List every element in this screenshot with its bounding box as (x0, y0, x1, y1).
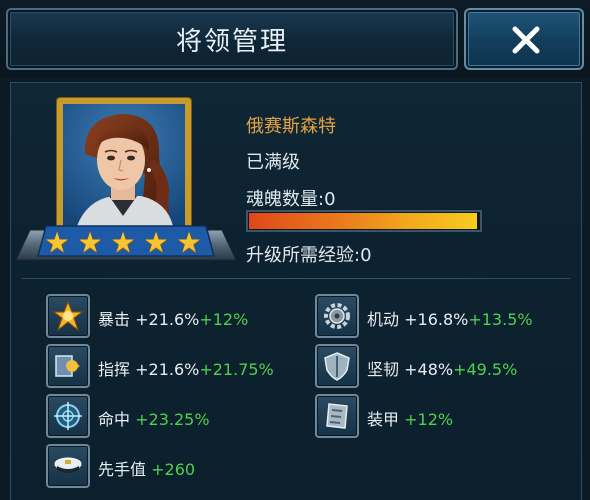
attr-armor-button[interactable] (315, 394, 359, 438)
attr-bonus: +21.75% (199, 360, 274, 379)
attr-label: 装甲 (367, 410, 400, 429)
attr-critical-button[interactable] (46, 294, 90, 338)
attr-bonus: +12% (199, 310, 249, 329)
attr-base: +16.8% (404, 310, 469, 329)
exp-required-label: 升级所需经验: (246, 245, 361, 266)
attr-critical: 暴击 +21.6%+12% (98, 306, 248, 330)
attr-base: +21.6% (135, 360, 200, 379)
close-button[interactable] (464, 8, 584, 70)
level-status: 已满级 (246, 152, 300, 173)
attr-initiative: 先手值 +260 (98, 456, 195, 480)
attr-accuracy-button[interactable] (46, 394, 90, 438)
exp-required-row: 升级所需经验:0 (246, 241, 372, 267)
soul-count-row: 魂魄数量:0 (246, 185, 336, 211)
rank-star: ★ (176, 226, 202, 259)
toughness-shield-icon (324, 352, 350, 381)
section-divider (22, 278, 570, 279)
general-name: 俄赛斯森特 (246, 116, 336, 137)
attr-label: 坚韧 (367, 360, 400, 379)
attr-toughness: 坚韧 +48%+49.5% (367, 356, 517, 380)
attr-base: +48% (404, 360, 454, 379)
attr-command-button[interactable] (46, 344, 90, 388)
attr-bonus: +260 (151, 460, 196, 479)
attr-accuracy: 命中 +23.25% (98, 406, 210, 430)
rank-star: ★ (143, 226, 169, 259)
attr-label: 先手值 (98, 460, 147, 479)
attr-label: 命中 (98, 410, 131, 429)
window-header: 将领管理 (0, 0, 590, 78)
window-title: 将领管理 (175, 26, 288, 57)
close-icon (512, 26, 540, 54)
rank-star: ★ (110, 226, 136, 259)
accuracy-crosshair-icon (54, 402, 82, 430)
rank-star: ★ (77, 226, 103, 259)
attr-label: 机动 (367, 310, 400, 329)
portrait-icon (63, 104, 185, 226)
attr-base: +21.6% (135, 310, 200, 329)
soul-progress-fill (249, 213, 477, 229)
attr-bonus: +23.25% (135, 410, 210, 429)
attr-command: 指挥 +21.6%+21.75% (98, 356, 274, 380)
attr-bonus: +12% (404, 410, 454, 429)
title-bar: 将领管理 (6, 8, 458, 70)
general-portrait[interactable] (57, 98, 191, 232)
rank-star: ★ (44, 226, 70, 259)
attr-bonus: +13.5% (468, 310, 533, 329)
attr-armor: 装甲 +12% (367, 406, 453, 430)
critical-hit-icon (52, 300, 84, 332)
initiative-cap-icon (54, 457, 82, 473)
armor-plate-icon (326, 403, 348, 429)
attr-toughness-button[interactable] (315, 344, 359, 388)
attr-mobility: 机动 +16.8%+13.5% (367, 306, 533, 330)
command-icon (55, 355, 80, 377)
soul-count-value: 0 (324, 189, 336, 210)
exp-required-value: 0 (360, 245, 372, 266)
attr-mobility-button[interactable] (315, 294, 359, 338)
soul-count-label: 魂魄数量: (246, 189, 325, 210)
soul-progress-bar (246, 210, 482, 232)
mobility-gear-icon (324, 303, 350, 329)
attr-bonus: +49.5% (453, 360, 518, 379)
attr-label: 暴击 (98, 310, 131, 329)
attr-label: 指挥 (98, 360, 131, 379)
attr-initiative-button[interactable] (46, 444, 90, 488)
